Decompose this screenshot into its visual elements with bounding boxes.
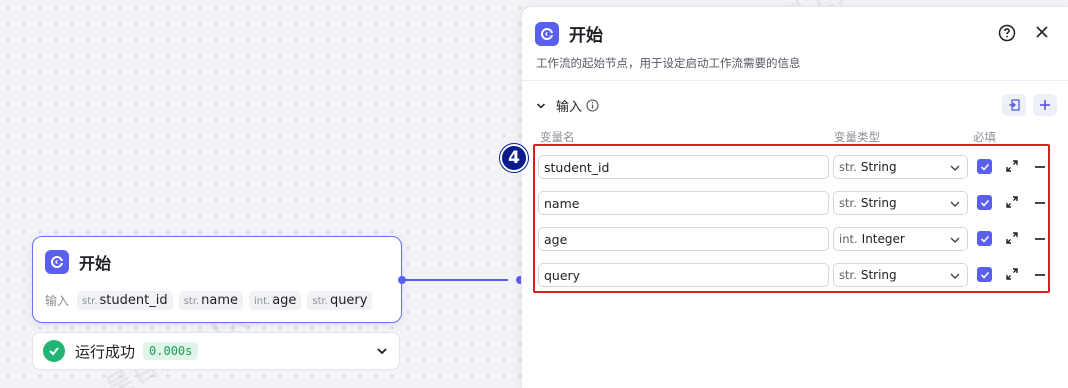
start-node[interactable]: 开始 输入 str. student_id str. name int. age st… <box>32 236 402 323</box>
app-logo-icon <box>535 21 559 46</box>
variable-type-select[interactable]: str. String <box>833 263 968 287</box>
node-header: 开始 <box>45 250 111 274</box>
checkbox-icon <box>980 235 989 243</box>
type-label: Integer <box>861 232 905 246</box>
input-type: str. <box>183 296 200 307</box>
node-title: 开始 <box>79 254 112 273</box>
success-icon <box>43 340 65 362</box>
column-header-type: 变量类型 <box>834 130 880 144</box>
help-icon[interactable] <box>998 24 1016 42</box>
required-checkbox[interactable] <box>977 231 992 246</box>
variable-row: age int. Integer <box>538 227 1048 251</box>
expand-icon[interactable] <box>1005 159 1019 173</box>
add-variable-button[interactable] <box>1033 94 1057 116</box>
remove-icon[interactable] <box>1035 166 1045 168</box>
type-prefix: str. <box>839 196 857 210</box>
variable-name-input[interactable]: query <box>538 263 829 287</box>
variable-name-input[interactable]: age <box>538 227 829 251</box>
close-icon[interactable] <box>1034 24 1050 40</box>
section-label: 输入 <box>556 100 583 115</box>
type-label: String <box>860 268 897 282</box>
node-inputs-label: 输入 <box>45 294 70 308</box>
input-chip: str. name <box>178 291 243 310</box>
panel-description: 工作流的起始节点，用于设定启动工作流需要的信息 <box>536 56 801 70</box>
divider <box>522 80 1068 81</box>
import-icon <box>1009 99 1020 111</box>
expand-icon[interactable] <box>1005 267 1019 281</box>
connection-edge <box>404 279 508 281</box>
chevron-down-icon <box>950 201 960 207</box>
expand-icon[interactable] <box>1005 231 1019 245</box>
input-chip: int. age <box>248 291 302 310</box>
chevron-down-icon <box>950 273 960 279</box>
input-name: query <box>329 293 368 308</box>
type-label: String <box>860 196 897 210</box>
column-header-required: 必填 <box>973 130 996 144</box>
variable-type-select[interactable]: str. String <box>833 155 968 179</box>
required-checkbox[interactable] <box>977 159 992 174</box>
step-badge: 4 <box>500 144 528 172</box>
remove-icon[interactable] <box>1035 202 1045 204</box>
input-name: age <box>272 293 297 308</box>
input-section-header[interactable]: 输入 <box>536 96 599 115</box>
node-inputs: 输入 str. student_id str. name int. age str. q… <box>45 291 378 310</box>
input-chip: str. query <box>307 291 373 310</box>
input-type: str. <box>82 296 98 307</box>
variable-row: student_id str. String <box>538 155 1048 179</box>
input-chip: str. student_id <box>77 291 173 310</box>
type-prefix: int. <box>839 232 858 246</box>
variable-type-select[interactable]: int. Integer <box>833 227 968 251</box>
input-name: student_id <box>99 293 168 308</box>
variable-name-input[interactable]: name <box>538 191 829 215</box>
panel-header: 开始 <box>535 21 603 46</box>
variable-name-input[interactable]: student_id <box>538 155 829 179</box>
run-time-badge: 0.000s <box>143 342 199 360</box>
required-checkbox[interactable] <box>977 267 992 282</box>
panel-title: 开始 <box>569 26 603 46</box>
type-prefix: str. <box>839 160 857 174</box>
column-header-name: 变量名 <box>540 130 575 144</box>
input-name: name <box>201 293 238 308</box>
type-label: String <box>860 160 897 174</box>
run-status-bar[interactable]: 运行成功 0.000s <box>32 332 400 370</box>
remove-icon[interactable] <box>1035 274 1045 276</box>
app-logo-icon <box>45 250 69 274</box>
add-icon <box>1040 100 1050 110</box>
chevron-down-icon[interactable] <box>375 344 389 358</box>
variable-type-select[interactable]: str. String <box>833 191 968 215</box>
chevron-down-icon <box>950 165 960 171</box>
expand-icon[interactable] <box>1005 195 1019 209</box>
type-prefix: str. <box>839 268 857 282</box>
checkbox-icon <box>980 271 989 279</box>
input-type: int. <box>253 296 271 307</box>
checkbox-icon <box>980 199 989 207</box>
input-type: str. <box>312 296 328 307</box>
variable-row: query str. String <box>538 263 1048 287</box>
chevron-down-icon <box>950 237 960 243</box>
chevron-down-icon[interactable] <box>536 101 546 111</box>
remove-icon[interactable] <box>1035 238 1045 240</box>
variable-row: name str. String <box>538 191 1048 215</box>
required-checkbox[interactable] <box>977 195 992 210</box>
run-status-text: 运行成功 <box>75 342 136 361</box>
checkbox-icon <box>980 163 989 171</box>
info-icon[interactable] <box>586 99 599 112</box>
import-button[interactable] <box>1002 94 1026 116</box>
